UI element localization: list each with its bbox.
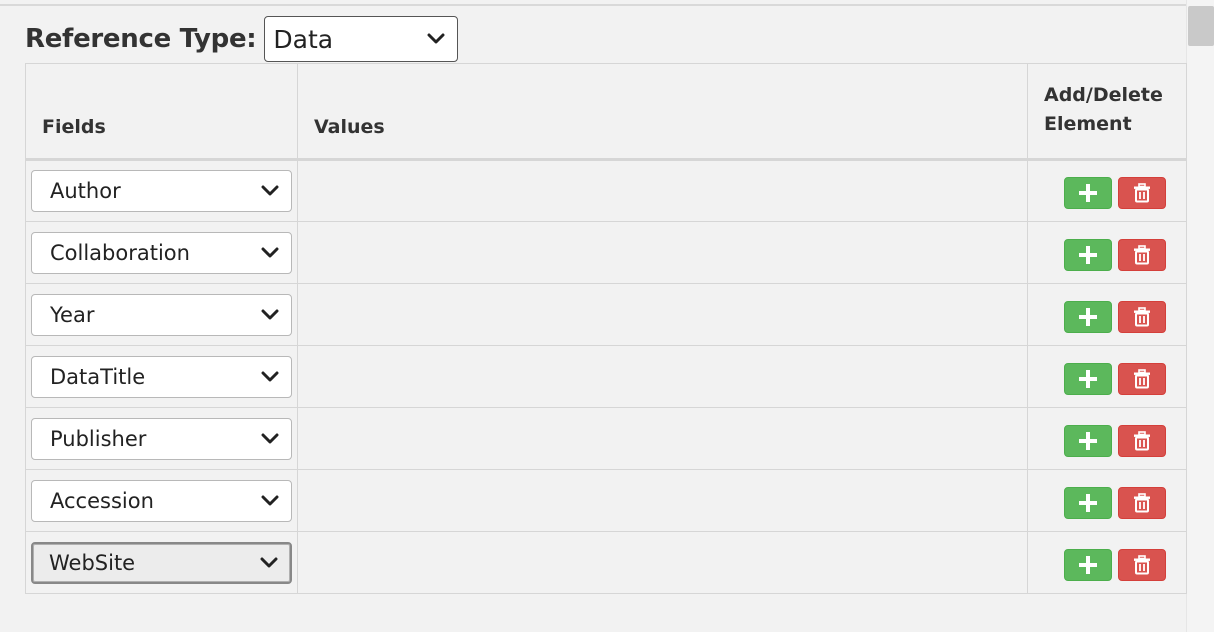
plus-icon: [1079, 555, 1097, 574]
add-element-button[interactable]: [1064, 548, 1112, 581]
chevron-down-icon: [261, 309, 279, 319]
value-cell[interactable]: [297, 469, 1028, 532]
trash-icon: [1134, 306, 1150, 326]
chevron-down-icon: [261, 433, 279, 443]
plus-icon: [1079, 245, 1097, 264]
row-actions: [1028, 548, 1186, 581]
field-cell: Collaboration: [25, 221, 298, 284]
add-element-button[interactable]: [1064, 177, 1112, 209]
add-element-button[interactable]: [1064, 486, 1112, 519]
field-select-value: DataTitle: [50, 364, 146, 389]
add-delete-column-header: Add/Delete Element: [1027, 63, 1187, 161]
row-actions: [1028, 362, 1186, 395]
row-actions: [1028, 486, 1186, 519]
field-select-value: Collaboration: [50, 240, 190, 265]
delete-element-button[interactable]: [1118, 548, 1166, 581]
field-select[interactable]: WebSite: [31, 541, 292, 584]
plus-icon: [1079, 184, 1097, 202]
field-select[interactable]: Year: [31, 293, 292, 336]
field-select[interactable]: Collaboration: [31, 231, 292, 274]
actions-cell: [1027, 531, 1187, 594]
trash-icon: [1134, 430, 1150, 450]
field-select[interactable]: DataTitle: [31, 355, 292, 398]
add-element-button[interactable]: [1064, 300, 1112, 333]
values-column-header: Values: [297, 63, 1028, 161]
add-element-button[interactable]: [1064, 238, 1112, 271]
table-row: Year: [25, 283, 1187, 346]
row-actions: [1028, 300, 1186, 333]
value-cell[interactable]: [297, 221, 1028, 284]
field-select-value: Accession: [50, 488, 154, 513]
field-select-value: WebSite: [49, 550, 136, 575]
chevron-down-icon: [260, 557, 278, 567]
actions-cell: [1027, 159, 1187, 222]
chevron-down-icon: [261, 185, 279, 196]
field-cell: Author: [25, 159, 298, 222]
reference-type-label: Reference Type:: [25, 24, 257, 54]
add-delete-header-line2: Element: [1044, 113, 1132, 135]
table-row: Accession: [25, 469, 1187, 532]
delete-element-button[interactable]: [1118, 177, 1166, 209]
add-element-button[interactable]: [1064, 424, 1112, 457]
trash-icon: [1134, 368, 1150, 388]
table-row: Collaboration: [25, 221, 1187, 284]
field-cell: WebSite: [25, 531, 298, 594]
plus-icon: [1079, 493, 1097, 512]
chevron-down-icon: [427, 33, 445, 44]
reference-type-select[interactable]: Data: [264, 16, 459, 62]
add-delete-header-line1: Add/Delete: [1044, 84, 1163, 106]
value-cell[interactable]: [297, 283, 1028, 346]
row-actions: [1028, 238, 1186, 271]
trash-icon: [1134, 183, 1150, 203]
field-select-value: Year: [50, 302, 95, 327]
chevron-down-icon: [261, 371, 279, 381]
value-cell[interactable]: [297, 159, 1028, 222]
reference-type-value: Data: [273, 24, 334, 54]
row-actions: [1028, 424, 1186, 457]
top-divider: [0, 0, 1186, 6]
field-select-value: Publisher: [50, 426, 147, 451]
delete-element-button[interactable]: [1118, 486, 1166, 519]
reference-type-row: Reference Type: Data: [25, 16, 459, 62]
field-select-value: Author: [50, 179, 121, 203]
delete-element-button[interactable]: [1118, 238, 1166, 271]
actions-cell: [1027, 221, 1187, 284]
actions-cell: [1027, 469, 1187, 532]
table-row: Author: [25, 159, 1187, 222]
table-row: Publisher: [25, 407, 1187, 470]
field-cell: DataTitle: [25, 345, 298, 408]
value-cell[interactable]: [297, 345, 1028, 408]
trash-icon: [1134, 244, 1150, 264]
delete-element-button[interactable]: [1118, 300, 1166, 333]
field-select[interactable]: Accession: [31, 479, 292, 522]
chevron-down-icon: [261, 495, 279, 505]
actions-cell: [1027, 345, 1187, 408]
value-cell[interactable]: [297, 407, 1028, 470]
plus-icon: [1079, 431, 1097, 450]
vertical-scrollbar[interactable]: [1186, 0, 1214, 632]
row-actions: [1028, 177, 1186, 209]
field-select[interactable]: Author: [31, 170, 292, 212]
scrollbar-thumb[interactable]: [1188, 6, 1214, 46]
field-cell: Year: [25, 283, 298, 346]
delete-element-button[interactable]: [1118, 424, 1166, 457]
fields-column-header: Fields: [25, 63, 298, 161]
field-select[interactable]: Publisher: [31, 417, 292, 460]
chevron-down-icon: [261, 247, 279, 257]
plus-icon: [1079, 369, 1097, 388]
reference-fields-table: Fields Values Add/Delete Element Author: [25, 63, 1187, 594]
table-row: WebSite: [25, 531, 1187, 594]
table-row: DataTitle: [25, 345, 1187, 408]
actions-cell: [1027, 283, 1187, 346]
trash-icon: [1134, 492, 1150, 512]
trash-icon: [1134, 554, 1150, 574]
table-header-row: Fields Values Add/Delete Element: [25, 63, 1187, 161]
field-cell: Publisher: [25, 407, 298, 470]
field-cell: Accession: [25, 469, 298, 532]
delete-element-button[interactable]: [1118, 362, 1166, 395]
add-element-button[interactable]: [1064, 362, 1112, 395]
plus-icon: [1079, 307, 1097, 326]
value-cell[interactable]: [297, 531, 1028, 594]
actions-cell: [1027, 407, 1187, 470]
